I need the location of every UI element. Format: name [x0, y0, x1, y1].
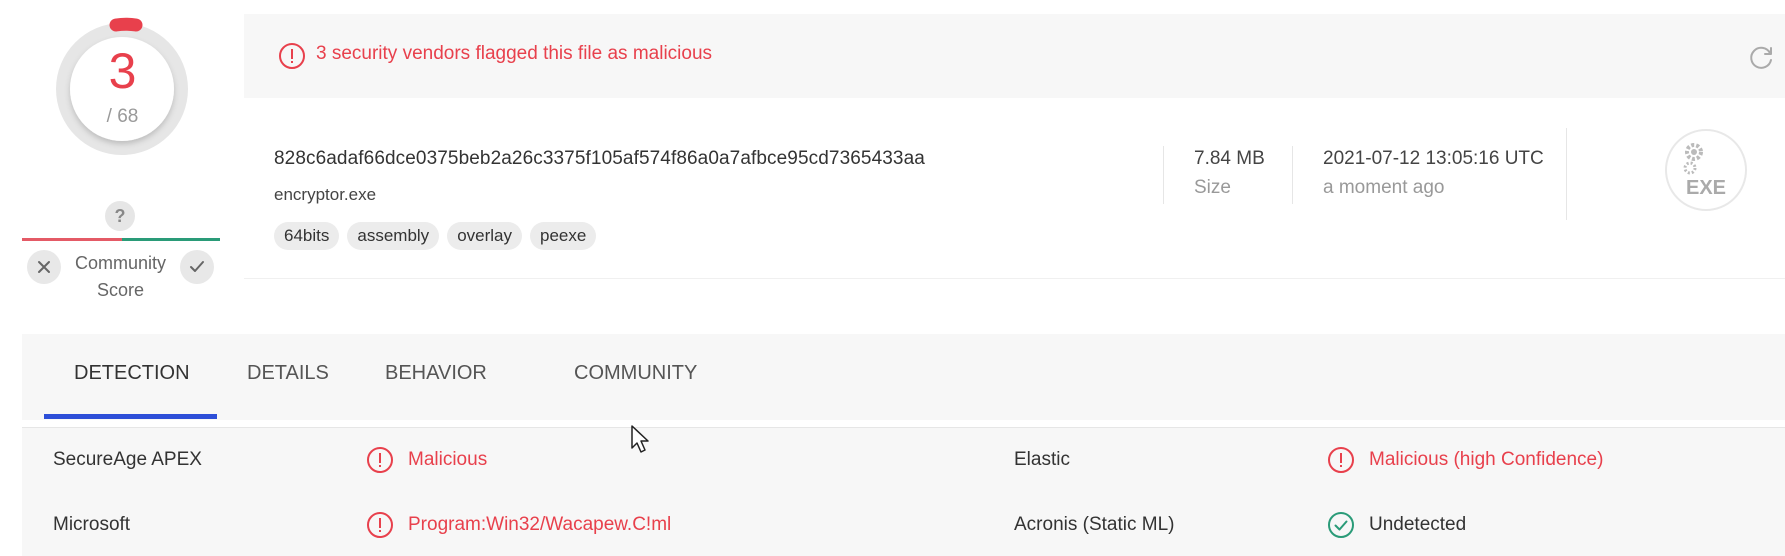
detection-result: Program:Win32/Wacapew.C!ml — [408, 514, 672, 535]
file-name: encryptor.exe — [274, 185, 377, 204]
community-score-badge: ? — [105, 201, 135, 231]
alert-circle-icon — [367, 447, 393, 473]
tab-detection[interactable]: DETECTION — [74, 362, 190, 385]
file-tag[interactable]: assembly — [347, 222, 440, 250]
detection-result: Undetected — [1369, 514, 1467, 535]
file-info-card — [244, 118, 1785, 279]
detection-result: Malicious — [408, 449, 488, 470]
tab-behavior[interactable]: BEHAVIOR — [385, 362, 487, 385]
engine-total: / 68 — [106, 106, 139, 127]
exe-label: EXE — [1686, 177, 1726, 199]
alert-circle-icon — [1328, 447, 1354, 473]
x-icon — [38, 261, 50, 273]
file-tag[interactable]: 64bits — [274, 222, 340, 250]
tab-details[interactable]: DETAILS — [247, 362, 329, 385]
alert-circle-icon — [279, 43, 305, 69]
exe-gear-icon: EXE — [1665, 129, 1747, 211]
file-tag[interactable]: overlay — [447, 222, 522, 250]
detection-count: 3 — [108, 43, 137, 99]
file-size-value: 7.84 MB — [1194, 148, 1265, 169]
detection-result: Malicious (high Confidence) — [1369, 449, 1604, 470]
check-circle-icon — [1328, 512, 1354, 538]
check-icon — [190, 261, 204, 272]
community-dislike-button[interactable] — [27, 250, 61, 284]
divider — [1292, 146, 1293, 204]
mouse-cursor-icon — [631, 425, 649, 453]
file-hash[interactable]: 828c6adaf66dce0375beb2a26c3375f105af574f… — [274, 148, 925, 170]
scan-date-relative: a moment ago — [1323, 177, 1445, 198]
divider — [1566, 128, 1567, 220]
table-row — [22, 492, 1785, 556]
file-tags: 64bits assembly overlay peexe — [274, 222, 597, 250]
community-like-button[interactable] — [180, 250, 214, 284]
active-tab-indicator — [44, 414, 217, 419]
community-bar-positive — [122, 238, 220, 241]
vendor-name: Elastic — [1014, 449, 1070, 470]
exe-file-type-icon: EXE — [1664, 128, 1748, 212]
divider — [1163, 146, 1164, 204]
refresh-icon[interactable] — [1746, 42, 1776, 72]
community-bar-negative — [22, 238, 122, 241]
vendor-name: Microsoft — [53, 514, 131, 535]
alert-banner-text: 3 security vendors flagged this file as … — [316, 43, 713, 64]
vendor-name: Acronis (Static ML) — [1014, 514, 1175, 535]
vendor-name: SecureAge APEX — [53, 449, 202, 470]
community-score-label: Community Score — [74, 253, 167, 300]
scan-date-value: 2021-07-12 13:05:16 UTC — [1323, 148, 1544, 169]
alert-circle-icon — [367, 512, 393, 538]
file-size-label: Size — [1194, 177, 1231, 198]
file-tag[interactable]: peexe — [530, 222, 597, 250]
tab-community[interactable]: COMMUNITY — [574, 362, 697, 385]
